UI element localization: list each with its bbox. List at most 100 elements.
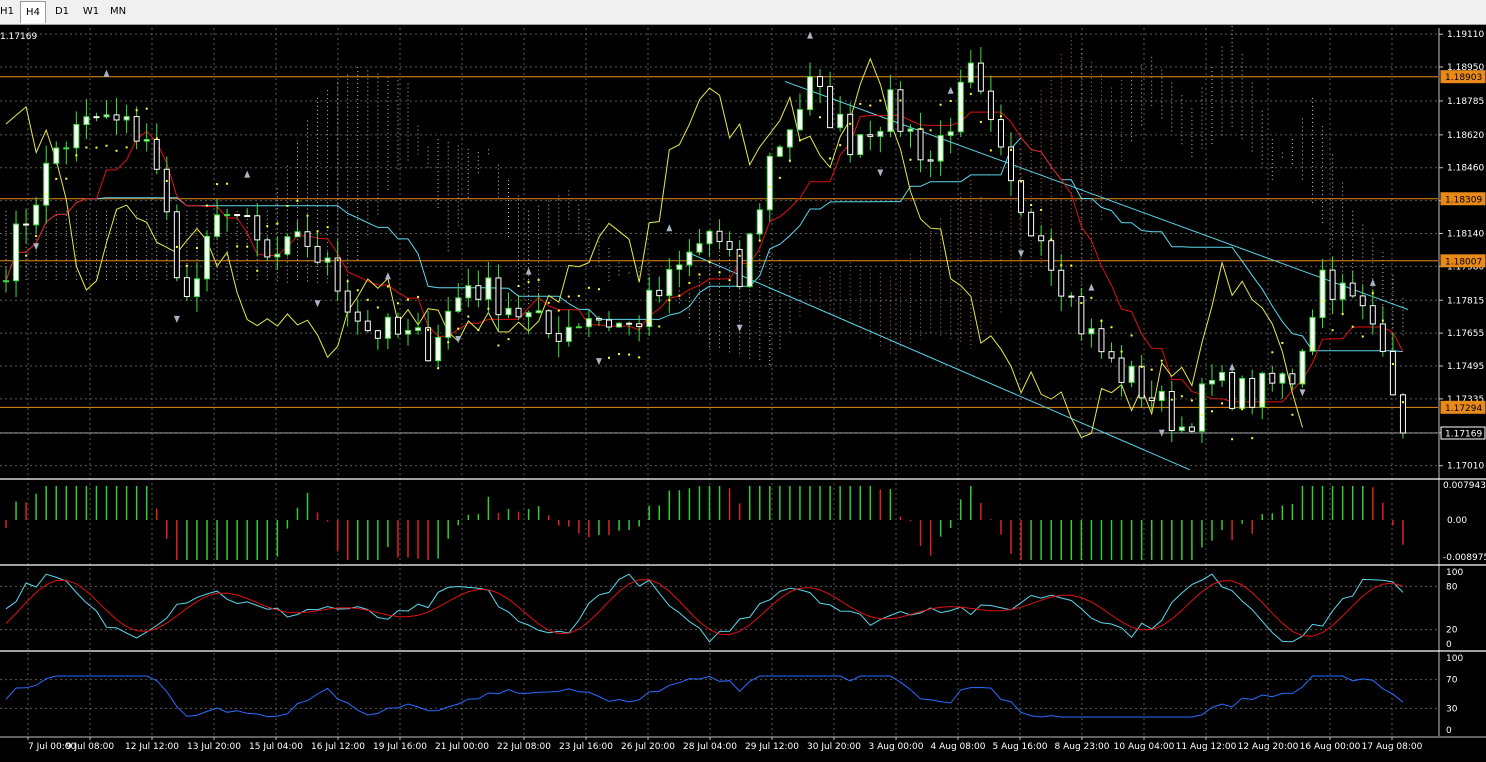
candle-body xyxy=(143,139,150,142)
candle-body xyxy=(1399,394,1406,434)
candle-body xyxy=(1038,235,1045,242)
sar-dot xyxy=(266,225,269,228)
sar-dot xyxy=(1231,438,1234,441)
sar-dot xyxy=(1221,402,1224,405)
sar-dot xyxy=(1180,395,1183,398)
sar-dot xyxy=(678,294,681,297)
sar-dot xyxy=(879,99,882,102)
candle-body xyxy=(937,135,944,162)
sar-dot xyxy=(608,356,610,359)
fractal-down-arrow xyxy=(877,169,884,177)
sar-dot xyxy=(507,338,510,341)
sar-dot xyxy=(1010,148,1012,151)
sar-dot xyxy=(829,157,832,160)
time-tick-label: 26 Jul 20:00 xyxy=(621,742,675,752)
sar-dot xyxy=(1070,264,1073,267)
time-tick-label: 19 Jul 16:00 xyxy=(373,742,427,752)
candle-body xyxy=(1048,240,1055,271)
candle-body xyxy=(63,147,70,150)
fractal-down-arrow xyxy=(595,358,602,366)
sar-dot xyxy=(1080,302,1083,305)
sar-dot xyxy=(778,176,781,179)
candle-body xyxy=(766,155,773,211)
time-tick-label: 8 Aug 23:00 xyxy=(1055,742,1110,752)
sar-dot xyxy=(226,182,229,185)
sar-dot xyxy=(1331,329,1334,332)
candle-body xyxy=(575,326,582,329)
price-tick-label: 1.19110 xyxy=(1447,30,1484,40)
candle-body xyxy=(1158,390,1165,401)
sar-dot xyxy=(216,183,219,186)
sar-dot xyxy=(1291,413,1294,416)
price-tick-label: 1.18140 xyxy=(1447,229,1484,239)
sar-dot xyxy=(175,245,178,248)
candle-body xyxy=(103,114,110,118)
candle-body xyxy=(947,131,954,137)
sar-dot xyxy=(417,295,420,298)
sar-dot xyxy=(788,159,791,162)
candle-body xyxy=(153,139,160,170)
candle-body xyxy=(445,310,452,338)
sar-dot xyxy=(1150,368,1153,371)
candle-body xyxy=(204,235,210,280)
candle-body xyxy=(827,85,834,129)
timeframe-mn-button[interactable]: MN xyxy=(106,1,130,23)
time-tick-label: 16 Aug 00:00 xyxy=(1300,742,1361,752)
sar-dot xyxy=(989,149,992,152)
candle-body xyxy=(857,134,864,156)
candle-body xyxy=(515,307,522,318)
sar-dot xyxy=(939,103,942,106)
sar-dot xyxy=(567,295,570,298)
candle-body xyxy=(716,230,723,243)
macd-tick-label: 0.00 xyxy=(1447,516,1467,526)
sar-dot xyxy=(386,285,389,288)
level-label: 1.18903 xyxy=(1445,73,1482,83)
chart-svg[interactable]: 1.191101.189501.187851.186201.184601.183… xyxy=(0,25,1486,758)
sar-dot xyxy=(547,301,550,304)
rsi-tick-label: 30 xyxy=(1446,704,1458,714)
macd-histogram xyxy=(5,486,1404,560)
candle-body xyxy=(1319,269,1326,319)
macd-tick-label: 0.007943 xyxy=(1443,481,1486,491)
sar-dot xyxy=(427,328,430,331)
timeframe-d1-button[interactable]: D1 xyxy=(50,1,74,23)
sar-dot xyxy=(356,289,359,292)
sar-dot xyxy=(276,222,279,225)
candle-body xyxy=(425,327,432,362)
sar-dot xyxy=(1251,437,1254,440)
price-tick-label: 1.17495 xyxy=(1447,362,1484,372)
candle-body xyxy=(1259,372,1266,408)
sar-dot xyxy=(1281,341,1284,344)
candle-body xyxy=(234,214,241,217)
timeframe-w1-button[interactable]: W1 xyxy=(78,1,104,23)
timeframe-toolbar: H1 H4 D1 W1 MN xyxy=(0,0,1486,25)
timeframe-h4-button[interactable]: H4 xyxy=(20,1,46,23)
time-tick-label: 12 Aug 20:00 xyxy=(1238,742,1299,752)
candle-body xyxy=(455,297,462,312)
sar-dot xyxy=(447,341,450,344)
candle-body xyxy=(545,310,552,335)
sar-dot xyxy=(819,116,822,119)
stochastic-main-line xyxy=(5,573,1404,643)
candle-body xyxy=(525,312,532,318)
candle-body xyxy=(83,116,90,125)
timeframe-h1-button[interactable]: H1 xyxy=(0,1,14,23)
sar-dot xyxy=(969,92,972,95)
candle-body xyxy=(344,290,351,313)
sar-dot xyxy=(457,327,460,330)
candle-body xyxy=(847,113,854,156)
sar-dot xyxy=(1120,350,1123,353)
candle-body xyxy=(555,333,562,342)
candle-body xyxy=(475,285,482,300)
candle-body xyxy=(1329,269,1336,300)
kijun-sen-line xyxy=(5,136,1404,353)
rsi-tick-label: 0 xyxy=(1446,726,1452,736)
sar-dot xyxy=(306,214,309,217)
candle-body xyxy=(163,168,170,213)
time-tick-label: 16 Jul 12:00 xyxy=(311,742,365,752)
chart-area[interactable]: 1.191101.189501.187851.186201.184601.183… xyxy=(0,25,1486,758)
candle-body xyxy=(686,251,693,266)
candle-body xyxy=(364,320,371,332)
price-tick-label: 1.17815 xyxy=(1447,296,1484,306)
candle-body xyxy=(1018,180,1025,213)
